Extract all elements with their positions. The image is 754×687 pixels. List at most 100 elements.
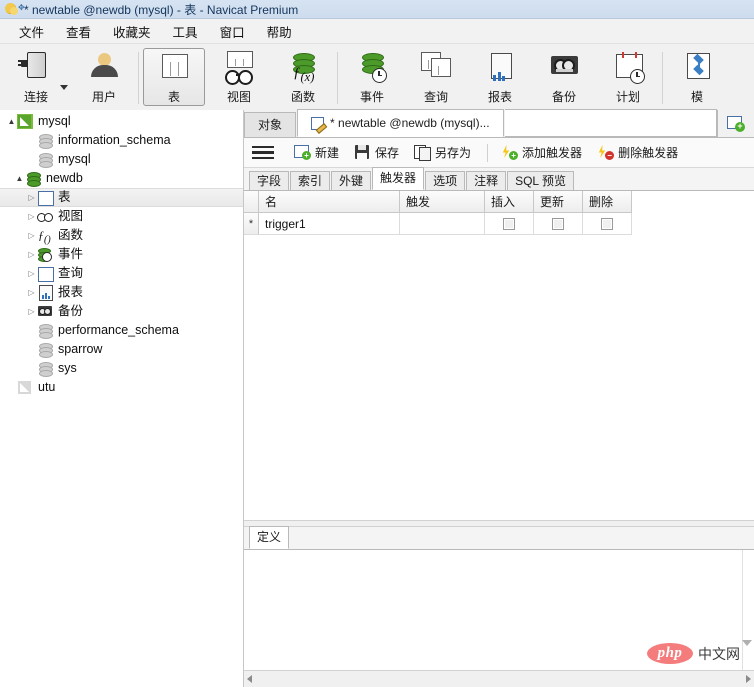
tree-item-events[interactable]: ▷ 事件: [0, 245, 243, 264]
delete-trigger-button[interactable]: − 删除触发器: [591, 142, 684, 163]
add-trigger-button[interactable]: + 添加触发器: [495, 142, 588, 163]
tab-indexes[interactable]: 索引: [290, 171, 331, 190]
tab-triggers[interactable]: 触发器: [372, 167, 425, 190]
tree-item-views[interactable]: ▷ 视图: [0, 207, 243, 226]
tab-fields[interactable]: 字段: [249, 171, 290, 190]
toolbar-button-backup[interactable]: 备份: [532, 44, 596, 112]
definition-horizontal-scrollbar[interactable]: [244, 670, 754, 687]
new-tab-button[interactable]: +: [717, 110, 754, 137]
main-toolbar: 连接 用户 表 视图 ƒ(x) 函数 事件 查询 报表 备份 计划 模: [0, 44, 754, 113]
tree-label: 函数: [58, 228, 84, 242]
menu-item-view[interactable]: 查看: [55, 20, 102, 43]
twisty-closed-icon[interactable]: ▷: [26, 264, 37, 283]
insert-checkbox[interactable]: [503, 217, 515, 230]
toolbar-label-user: 用户: [91, 90, 116, 104]
delete-trigger-icon: −: [597, 145, 615, 160]
cell-trigger-timing[interactable]: [400, 213, 485, 235]
tab-definition[interactable]: 定义: [249, 526, 290, 549]
navigation-sidebar[interactable]: ▲ mysql information_schema mysql ▲ newdb: [0, 110, 244, 687]
database-green-icon: [25, 171, 41, 187]
toolbar-button-function[interactable]: ƒ(x) 函数: [271, 44, 335, 112]
twisty-open-icon[interactable]: ▲: [6, 112, 17, 131]
toolbar-button-table[interactable]: 表: [143, 48, 205, 106]
tree-item-queries[interactable]: ▷ 查询: [0, 264, 243, 283]
menu-item-window[interactable]: 窗口: [209, 20, 256, 43]
cell-delete[interactable]: [583, 213, 632, 235]
new-button[interactable]: + 新建: [288, 142, 345, 163]
grid-header-trigger[interactable]: 触发: [400, 191, 485, 213]
save-as-button[interactable]: 另存为: [408, 142, 477, 163]
tab-newtable-editor[interactable]: * newtable @newdb (mysql)...: [297, 109, 504, 137]
scroll-down-arrow-icon[interactable]: [742, 640, 752, 646]
grid-header-update[interactable]: 更新: [534, 191, 583, 213]
menu-item-favorites[interactable]: 收藏夹: [102, 20, 162, 43]
twisty-closed-icon[interactable]: ▷: [26, 226, 37, 245]
tree-item-mysql-db[interactable]: mysql: [0, 150, 243, 169]
chevron-down-icon[interactable]: [60, 85, 68, 90]
scroll-right-arrow-icon[interactable]: [746, 675, 751, 683]
table-row[interactable]: * trigger1: [244, 213, 632, 235]
cell-trigger-name[interactable]: trigger1: [259, 213, 400, 235]
menu-item-help[interactable]: 帮助: [256, 20, 303, 43]
editor-command-bar: + 新建 保存 另存为 + 添加触发器 − 删除触发器: [244, 138, 754, 168]
update-checkbox[interactable]: [552, 217, 564, 230]
model-icon: [679, 51, 715, 85]
tree-item-newdb[interactable]: ▲ newdb: [0, 169, 243, 188]
toolbar-button-user[interactable]: 用户: [72, 44, 136, 112]
tree-item-reports[interactable]: ▷ 报表: [0, 283, 243, 302]
toolbar-button-schedule[interactable]: 计划: [596, 44, 660, 112]
tab-comment[interactable]: 注释: [466, 171, 507, 190]
cell-insert[interactable]: [485, 213, 534, 235]
save-icon: [354, 145, 371, 160]
tree-item-performance-schema[interactable]: performance_schema: [0, 321, 243, 340]
cell-update[interactable]: [534, 213, 583, 235]
definition-editor[interactable]: php 中文网: [244, 550, 754, 670]
scroll-left-arrow-icon[interactable]: [247, 675, 252, 683]
table-edit-icon: [311, 116, 328, 134]
twisty-closed-icon[interactable]: ▷: [26, 302, 37, 321]
toolbar-separator-3: [662, 52, 663, 104]
toolbar-button-event[interactable]: 事件: [340, 44, 404, 112]
toolbar-label-model: 模: [690, 90, 703, 104]
tree-item-information-schema[interactable]: information_schema: [0, 131, 243, 150]
hamburger-icon[interactable]: [252, 145, 274, 160]
menu-item-tools[interactable]: 工具: [162, 20, 209, 43]
add-trigger-icon: +: [501, 145, 519, 160]
delete-checkbox[interactable]: [601, 217, 613, 230]
grid-header-insert[interactable]: 插入: [485, 191, 534, 213]
twisty-closed-icon[interactable]: ▷: [26, 188, 37, 207]
navicat-window: ✥ * newtable @newdb (mysql) - 表 - Navica…: [0, 0, 754, 687]
grid-header-name[interactable]: 名: [259, 191, 400, 213]
toolbar-button-report[interactable]: 报表: [468, 44, 532, 112]
twisty-open-icon[interactable]: ▲: [14, 169, 25, 188]
toolbar-label-view: 视图: [226, 90, 251, 104]
twisty-closed-icon[interactable]: ▷: [26, 283, 37, 302]
tree-item-sparrow[interactable]: sparrow: [0, 340, 243, 359]
tab-foreign-keys[interactable]: 外键: [331, 171, 372, 190]
trigger-grid[interactable]: 名 触发 插入 更新 删除 * trigger1: [244, 191, 754, 520]
horizontal-splitter[interactable]: [244, 520, 754, 527]
tab-sql-preview[interactable]: SQL 预览: [507, 171, 574, 190]
tree-item-functions[interactable]: ▷ ƒ() 函数: [0, 226, 243, 245]
twisty-closed-icon[interactable]: ▷: [26, 207, 37, 226]
grid-header-delete[interactable]: 删除: [583, 191, 632, 213]
tree-item-backups[interactable]: ▷ 备份: [0, 302, 243, 321]
toolbar-button-connection[interactable]: 连接: [0, 44, 72, 112]
function-icon: ƒ(): [38, 228, 51, 246]
toolbar-button-model[interactable]: 模: [665, 44, 729, 112]
definition-panel: 定义 php 中文网: [244, 526, 754, 687]
tree-item-connection-mysql[interactable]: ▲ mysql: [0, 112, 243, 131]
tab-objects[interactable]: 对象: [244, 112, 297, 137]
tree-item-connection-utu[interactable]: utu: [0, 378, 243, 397]
tree-label: 报表: [58, 285, 84, 299]
toolbar-button-view[interactable]: 视图: [207, 44, 271, 112]
backup-icon: [546, 51, 582, 85]
tree-item-tables[interactable]: ▷ 表: [0, 188, 243, 207]
tree-item-sys[interactable]: sys: [0, 359, 243, 378]
tab-options[interactable]: 选项: [425, 171, 466, 190]
toolbar-button-query[interactable]: 查询: [404, 44, 468, 112]
save-button[interactable]: 保存: [348, 142, 405, 163]
twisty-closed-icon[interactable]: ▷: [26, 245, 37, 264]
menu-item-file[interactable]: 文件: [8, 20, 55, 43]
definition-vertical-scrollbar[interactable]: [742, 550, 754, 670]
